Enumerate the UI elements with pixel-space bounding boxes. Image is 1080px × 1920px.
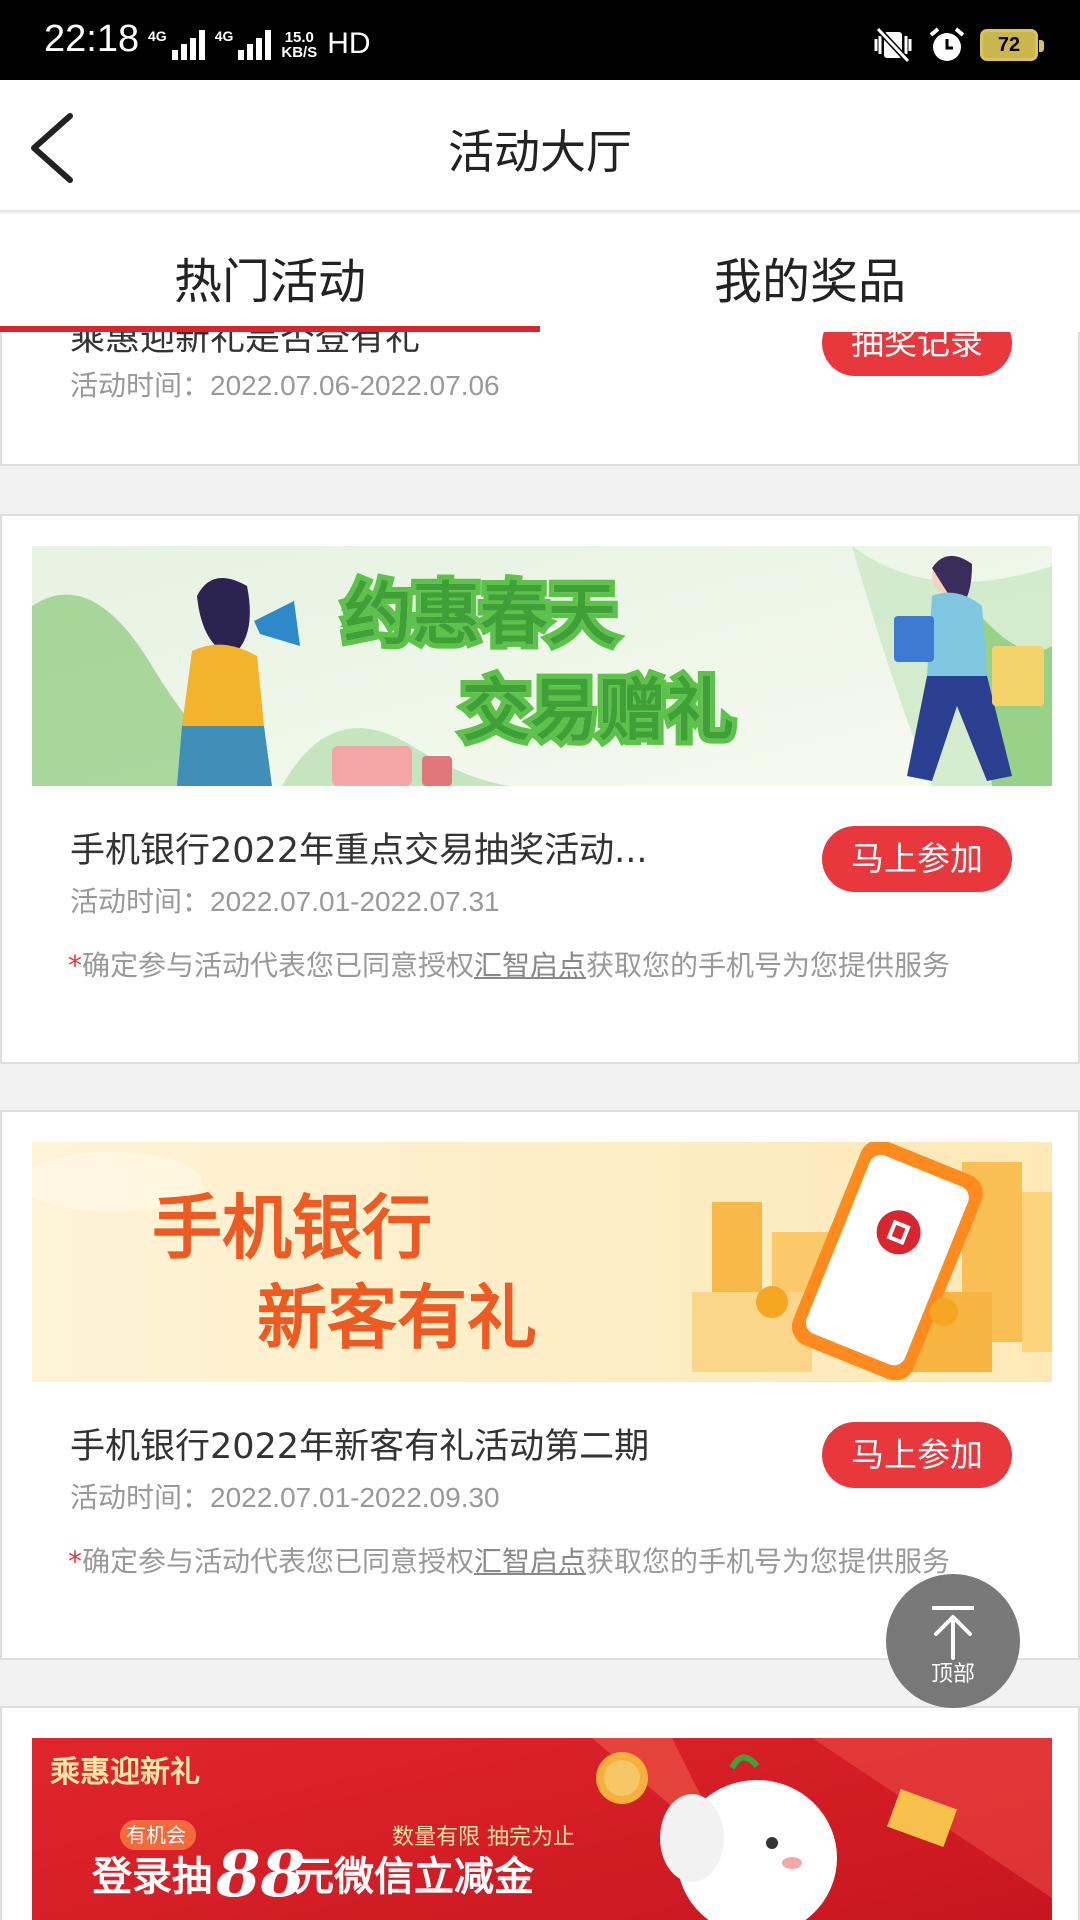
activity-time: 活动时间：2022.07.01-2022.07.31 xyxy=(70,885,500,918)
spring-banner-image: 约惠春天 约惠春天 交易赠礼 交易赠礼 xyxy=(32,546,1052,786)
page-title: 活动大厅 xyxy=(448,125,632,179)
banner-main-pre: 登录抽 xyxy=(91,1854,212,1900)
tab-my-prizes[interactable]: 我的奖品 xyxy=(540,214,1080,332)
hd-indicator: HD xyxy=(327,27,371,60)
back-to-top-button[interactable]: 顶部 xyxy=(886,1574,1020,1708)
status-time: 22:18 xyxy=(44,18,140,60)
network-speed: 15.0 KB/S xyxy=(281,29,318,61)
activity-banner[interactable]: 手机银行 新客有礼 xyxy=(32,1142,1052,1382)
new-customer-banner-image: 手机银行 新客有礼 xyxy=(32,1142,1052,1382)
status-right: 72 xyxy=(872,26,1044,64)
activity-title: 手机银行2022年新客有礼活动第二期 xyxy=(70,1427,650,1467)
nav-bar: 活动大厅 xyxy=(0,80,1080,212)
signal-icon-2: 4G xyxy=(215,28,272,60)
banner-line-1-fill: 约惠春天 xyxy=(344,576,616,655)
banner-line-2-fill: 交易赠礼 xyxy=(462,672,734,751)
banner-brand: 乘惠迎新礼 xyxy=(50,1755,200,1790)
huizhi-qidian-link[interactable]: 汇智启点 xyxy=(474,1545,586,1578)
activity-banner[interactable]: 约惠春天 约惠春天 交易赠礼 交易赠礼 xyxy=(32,546,1052,786)
activity-banner[interactable]: 乘惠迎新礼 有机会 数量有限 抽完为止 登录抽 88 元微信立减金 xyxy=(32,1738,1052,1920)
banner-line-2: 新客有礼 xyxy=(257,1277,537,1359)
activity-title: 乘惠迎新礼是否登有礼 xyxy=(70,332,421,359)
join-now-button[interactable]: 马上参加 xyxy=(822,826,1012,892)
banner-main-post: 元微信立减金 xyxy=(294,1854,535,1900)
alarm-icon xyxy=(929,27,965,61)
back-to-top-label: 顶部 xyxy=(930,1662,975,1687)
battery-icon: 72 xyxy=(980,29,1044,61)
wechat-coupon-banner-image: 乘惠迎新礼 有机会 数量有限 抽完为止 登录抽 88 元微信立减金 xyxy=(32,1738,1052,1920)
authorization-notice: *确定参与活动代表您已同意授权汇智启点获取您的手机号为您提供服务 xyxy=(68,1545,951,1578)
network-indicators: 4G 4G 15.0 KB/S HD xyxy=(148,28,371,60)
tab-bar: 热门活动 我的奖品 xyxy=(0,214,1080,332)
banner-main-num: 88 xyxy=(215,1837,305,1912)
lottery-record-button[interactable]: 抽奖记录 xyxy=(822,332,1012,376)
activity-title: 手机银行2022年重点交易抽奖活动... xyxy=(70,831,648,871)
signal-icon: 4G xyxy=(148,28,205,60)
banner-chance-tag: 有机会 xyxy=(126,1823,186,1847)
tab-hot-activities[interactable]: 热门活动 xyxy=(0,214,540,332)
activity-time: 活动时间：2022.07.01-2022.09.30 xyxy=(70,1481,500,1514)
huizhi-qidian-link[interactable]: 汇智启点 xyxy=(474,949,586,982)
status-bar: 22:18 4G 4G 15.0 KB/S HD 72 xyxy=(0,0,1080,80)
activity-card: 手机银行 新客有礼 手机银行2022年新客有礼活动第二期 活动时间：2022.0… xyxy=(0,1110,1080,1660)
activity-time: 活动时间：2022.07.06-2022.07.06 xyxy=(70,369,500,402)
activity-card: 乘惠迎新礼是否登有礼 活动时间：2022.07.06-2022.07.06 抽奖… xyxy=(0,332,1080,466)
vibrate-off-icon xyxy=(874,27,912,63)
authorization-notice: *确定参与活动代表您已同意授权汇智启点获取您的手机号为您提供服务 xyxy=(68,949,951,982)
join-now-button[interactable]: 马上参加 xyxy=(822,1422,1012,1488)
banner-line-1: 手机银行 xyxy=(152,1187,432,1269)
banner-limited-text: 数量有限 抽完为止 xyxy=(392,1825,575,1850)
activity-card: 乘惠迎新礼 有机会 数量有限 抽完为止 登录抽 88 元微信立减金 xyxy=(0,1706,1080,1920)
activity-card: 约惠春天 约惠春天 交易赠礼 交易赠礼 手机银行2022年重点交易抽奖活动...… xyxy=(0,514,1080,1064)
